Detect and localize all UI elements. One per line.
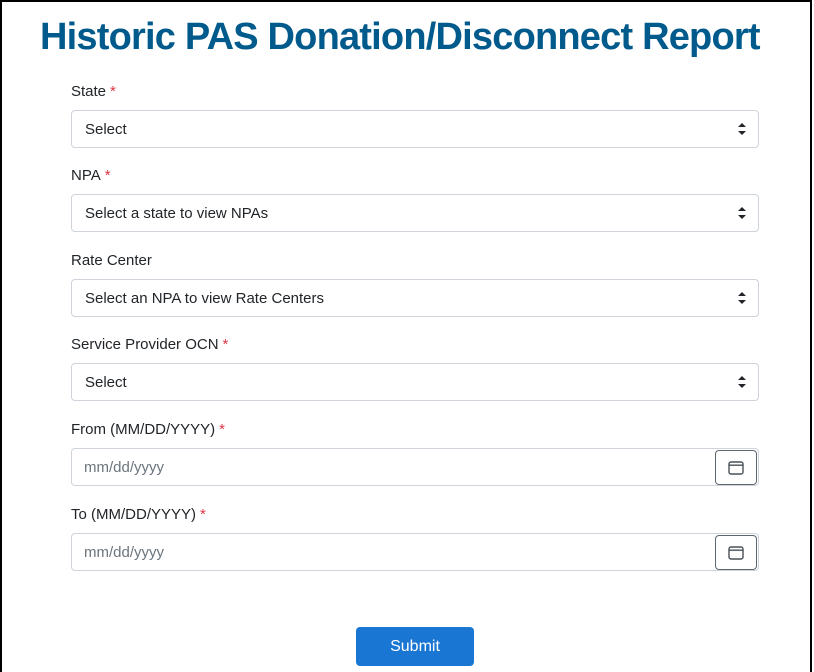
ocn-label: Service Provider OCN * (71, 336, 228, 353)
state-label: State * (71, 83, 116, 100)
rate-center-select[interactable]: Select an NPA to view Rate Centers (71, 279, 759, 317)
to-date-picker-button[interactable] (715, 535, 757, 570)
sort-caret-icon (738, 207, 746, 219)
npa-label-text: NPA (71, 167, 101, 184)
to-date-placeholder: mm/dd/yyyy (84, 543, 165, 561)
from-date-label: From (MM/DD/YYYY) * (71, 421, 225, 438)
calendar-icon (728, 460, 744, 475)
required-marker: * (219, 421, 226, 438)
submit-button[interactable]: Submit (356, 627, 474, 666)
calendar-icon (728, 545, 744, 560)
from-date-label-text: From (MM/DD/YYYY) (71, 421, 216, 438)
rate-center-label: Rate Center (71, 252, 152, 269)
from-date-placeholder: mm/dd/yyyy (84, 458, 165, 476)
to-date-label: To (MM/DD/YYYY) * (71, 506, 206, 523)
npa-select-value: Select a state to view NPAs (85, 204, 269, 222)
required-marker: * (104, 167, 111, 184)
page-frame: Historic PAS Donation/Disconnect Report … (0, 0, 812, 672)
from-date-picker-button[interactable] (715, 450, 757, 485)
sort-caret-icon (738, 292, 746, 304)
sort-caret-icon (738, 376, 746, 388)
ocn-label-text: Service Provider OCN (71, 336, 219, 353)
npa-label: NPA * (71, 167, 111, 184)
ocn-select-value: Select (85, 373, 127, 391)
page-title: Historic PAS Donation/Disconnect Report (40, 16, 761, 58)
rate-center-label-text: Rate Center (71, 252, 152, 269)
to-date-label-text: To (MM/DD/YYYY) (71, 506, 197, 523)
state-select-value: Select (85, 120, 127, 138)
to-date-input[interactable]: mm/dd/yyyy (71, 533, 759, 571)
rate-center-select-value: Select an NPA to view Rate Centers (85, 289, 325, 307)
ocn-select[interactable]: Select (71, 363, 759, 401)
from-date-input[interactable]: mm/dd/yyyy (71, 448, 759, 486)
sort-caret-icon (738, 123, 746, 135)
npa-select[interactable]: Select a state to view NPAs (71, 194, 759, 232)
state-label-text: State (71, 83, 107, 100)
required-marker: * (200, 506, 206, 523)
required-marker: * (110, 83, 116, 100)
required-marker: * (222, 336, 229, 353)
state-select[interactable]: Select (71, 110, 759, 148)
